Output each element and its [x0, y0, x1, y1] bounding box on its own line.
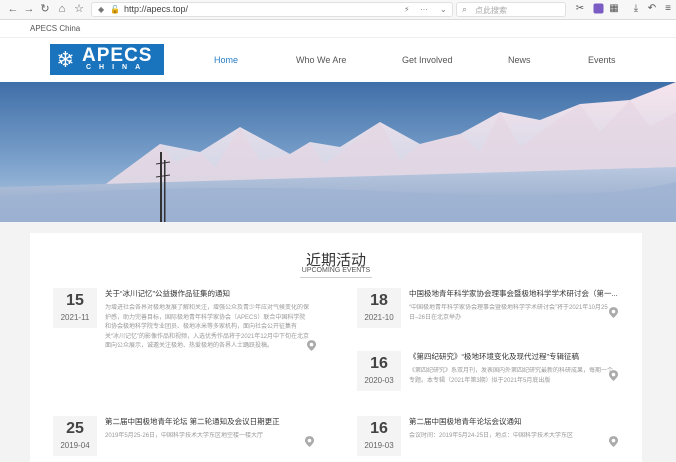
site-logo[interactable]: ❄ APECS CHINA — [50, 44, 164, 75]
event-title[interactable]: 中国极地青年科学家协会理事会暨极地科学学术研讨会（第一... — [409, 288, 621, 299]
event-year-month: 2019-04 — [60, 441, 90, 450]
site-header: ❄ APECS CHINA Home Who We Are Get Involv… — [0, 38, 676, 82]
event-item[interactable]: 18 2021-10 中国极地青年科学家协会理事会暨极地科学学术研讨会（第一..… — [357, 288, 619, 333]
event-day: 25 — [66, 420, 84, 437]
section-divider — [300, 277, 372, 278]
event-description: 2019年5月25-26日，中国科学技术大学东区地空楼一楼大厅 — [105, 433, 264, 439]
site-name: APECS China — [30, 24, 81, 33]
event-description: 为增进社会各界对极地发展了解和关注，增强公众及青少年应对气候变化的保护感，助力完… — [105, 305, 310, 349]
event-day: 16 — [370, 355, 388, 372]
nav-news[interactable]: News — [508, 55, 531, 65]
location-pin-icon — [305, 436, 314, 447]
url-text[interactable]: http://apecs.top/ — [124, 4, 188, 14]
lightning-icon[interactable]: ⚡ — [404, 5, 410, 14]
snowy-mountains-image — [0, 82, 676, 222]
undo-icon[interactable]: ↶ — [646, 3, 658, 15]
section-subtitle: UPCOMING EVENTS — [301, 267, 371, 274]
chevron-down-icon[interactable]: ⌄ — [440, 5, 447, 14]
events-section: 近期活动 UPCOMING EVENTS 15 2021-11 关于“冰川记忆”… — [30, 233, 642, 462]
reload-icon[interactable]: ↻ — [38, 2, 52, 16]
event-item[interactable]: 15 2021-11 关于“冰川记忆”公益摄作品征集的通知 为增进社会各界对极地… — [53, 288, 317, 368]
event-title[interactable]: 第二届中国极地青年论坛会议通知 — [409, 416, 621, 427]
extension-icon[interactable] — [592, 3, 604, 15]
bookmark-star-icon[interactable]: ☆ — [72, 2, 86, 16]
hero-banner — [0, 82, 676, 222]
insecure-lock-icon: 🔓 — [110, 5, 120, 14]
event-title[interactable]: 《第四纪研究》“极地环境变化及现代过程”专辑征稿 — [409, 351, 621, 362]
nav-events[interactable]: Events — [588, 55, 616, 65]
event-day: 15 — [66, 292, 84, 309]
event-date: 18 2021-10 — [357, 288, 401, 328]
event-date: 16 2020-03 — [357, 351, 401, 391]
event-item[interactable]: 16 2019-03 第二届中国极地青年论坛会议通知 会议时间：2019年5月2… — [357, 416, 619, 456]
location-pin-icon — [307, 340, 316, 351]
forward-icon[interactable]: → — [22, 2, 36, 16]
event-day: 16 — [370, 420, 388, 437]
back-icon[interactable]: ← — [6, 2, 20, 16]
top-strip: APECS China — [0, 20, 676, 38]
location-pin-icon — [609, 370, 618, 381]
event-item[interactable]: 25 2019-04 第二届中国极地青年论坛 第二轮通知及会议日期更正 2019… — [53, 416, 315, 456]
grid-apps-icon[interactable]: ▦ — [608, 3, 620, 15]
event-year-month: 2021-10 — [364, 313, 394, 322]
event-date: 25 2019-04 — [53, 416, 97, 456]
address-bar[interactable]: ◆ 🔓 http://apecs.top/ ⚡ ··· ⌄ — [91, 2, 453, 17]
home-icon[interactable]: ⌂ — [55, 2, 69, 16]
event-item[interactable]: 16 2020-03 《第四纪研究》“极地环境变化及现代过程”专辑征稿 《第四纪… — [357, 351, 619, 396]
snowflake-icon: ❄ — [56, 47, 75, 72]
scissors-icon[interactable]: ✂ — [574, 3, 586, 15]
event-description: 会议时间：2019年5月24-25日，地点：中国科学技术大学东区 — [409, 433, 574, 439]
location-pin-icon — [609, 436, 618, 447]
search-icon: ⌕ — [462, 4, 468, 14]
nav-who-we-are[interactable]: Who We Are — [296, 55, 346, 65]
search-box[interactable]: ⌕ 点此搜索 — [456, 2, 566, 17]
location-pin-icon — [609, 307, 618, 318]
search-placeholder: 点此搜索 — [475, 6, 507, 15]
event-year-month: 2019-03 — [364, 441, 394, 450]
menu-icon[interactable]: ≡ — [662, 3, 674, 15]
download-icon[interactable]: ⤓ — [630, 3, 642, 15]
nav-home[interactable]: Home — [214, 55, 238, 65]
event-year-month: 2021-11 — [60, 313, 90, 322]
event-date: 16 2019-03 — [357, 416, 401, 456]
event-description: “中国极地青年科学家协会理事会暨极地科学学术研讨会”将于2021年10月25日–… — [409, 305, 608, 321]
shield-icon: ◆ — [98, 5, 105, 14]
event-title[interactable]: 第二届中国极地青年论坛 第二轮通知及会议日期更正 — [105, 416, 317, 427]
more-dots-icon[interactable]: ··· — [420, 5, 428, 14]
browser-toolbar: ← → ↻ ⌂ ☆ ◆ 🔓 http://apecs.top/ ⚡ ··· ⌄ … — [0, 0, 676, 20]
logo-subtext: CHINA — [86, 64, 149, 71]
event-date: 15 2021-11 — [53, 288, 97, 328]
event-title[interactable]: 关于“冰川记忆”公益摄作品征集的通知 — [105, 288, 317, 299]
nav-get-involved[interactable]: Get Involved — [402, 55, 453, 65]
event-day: 18 — [370, 292, 388, 309]
event-description: 《第四纪研究》系双月刊，发表国内外第四纪研究最新的科研成果，每期一个专题。本专辑… — [409, 368, 614, 384]
event-year-month: 2020-03 — [364, 376, 394, 385]
